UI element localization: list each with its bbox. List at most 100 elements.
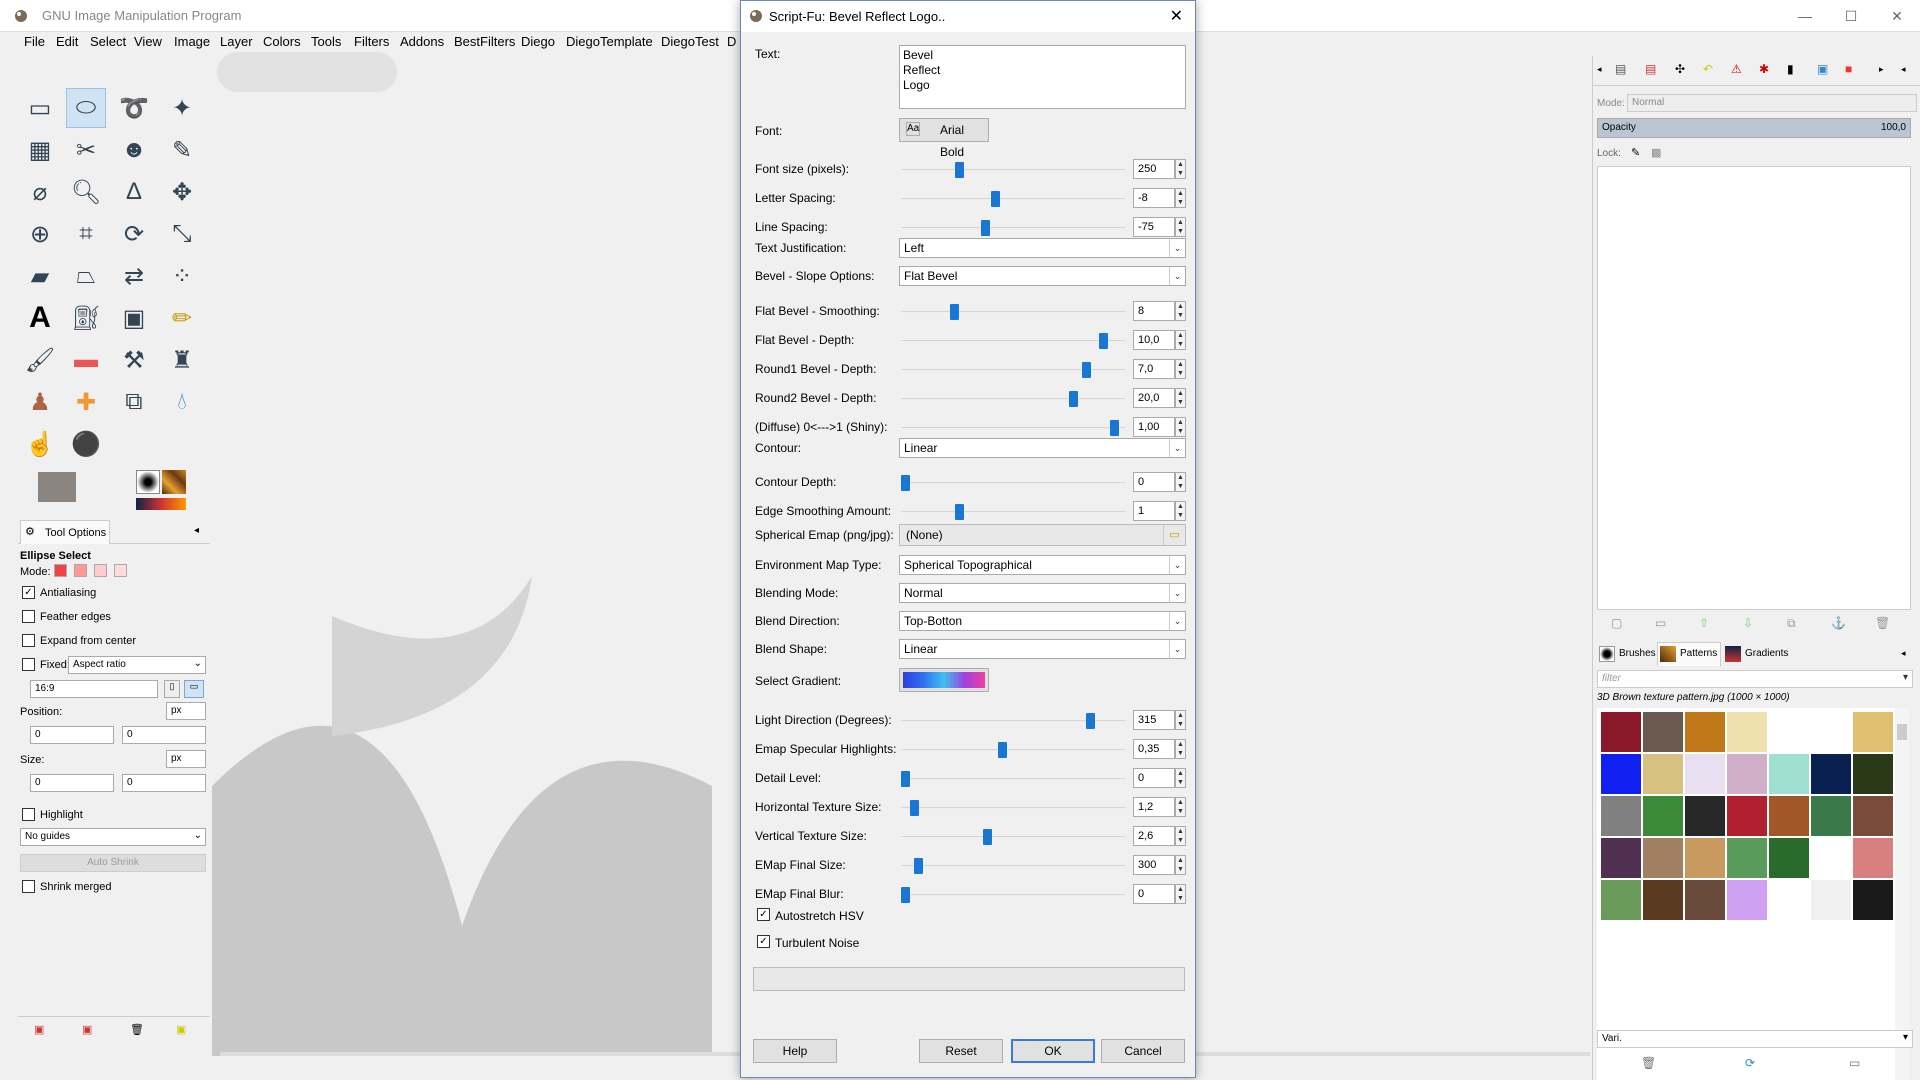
slider-track[interactable] [901,304,1125,320]
menu-filters[interactable]: Filters [354,34,389,49]
slider-thumb[interactable] [954,504,964,520]
pattern-tile[interactable] [1601,880,1641,920]
slider-track[interactable] [901,220,1125,236]
slider-value-input[interactable]: 0 [1133,884,1175,904]
slider-thumb[interactable] [901,887,910,903]
position-y-input[interactable]: 0 [122,726,206,744]
menu-image[interactable]: Image [174,34,210,49]
slider-track[interactable] [901,858,1125,874]
move-tool-icon[interactable]: ✥ [162,172,202,212]
scroll-right-icon[interactable]: ▸ [1879,64,1884,75]
slider-value-input[interactable]: 250 [1133,159,1175,179]
pattern-tile[interactable] [1685,796,1725,836]
justification-select[interactable]: Left ⌄ [899,238,1186,258]
measure-tool-icon[interactable]: ∆ [114,172,154,212]
slider-track[interactable] [901,504,1125,520]
slider-track[interactable] [901,713,1125,729]
pattern-preview[interactable] [162,470,186,494]
text-input[interactable]: Bevel Reflect Logo [899,45,1186,109]
pattern-tile[interactable] [1811,796,1851,836]
gradient-button[interactable] [899,668,989,692]
slider-thumb[interactable] [1085,713,1095,729]
direction-select[interactable]: Top-Botton ⌄ [899,611,1186,631]
refresh-patterns-icon[interactable]: ⟳ [1745,1056,1755,1070]
spin-buttons-icon[interactable]: ▲ ▼ [1175,188,1186,208]
tab-patterns[interactable]: Patterns [1657,642,1721,666]
slider-thumb[interactable] [997,742,1007,758]
dodge-burn-tool-icon[interactable]: ⚫ [66,424,106,464]
menu-diego[interactable]: Diego [521,34,555,49]
scroll-left-icon[interactable]: ◂ [1597,64,1602,75]
menu-file[interactable]: File [24,34,45,49]
size-unit-select[interactable]: px [166,750,206,768]
reset-options-icon[interactable]: ▣ [176,1023,186,1036]
tab-tool-options[interactable]: ⚙ Tool Options [20,520,110,544]
maximize-button[interactable]: ☐ [1828,0,1874,32]
pattern-tile[interactable] [1685,880,1725,920]
expand-checkbox[interactable] [22,634,35,647]
cancel-button[interactable]: Cancel [1101,1039,1185,1063]
mode-subtract-icon[interactable] [94,564,107,577]
panel-menu-icon[interactable]: ◂ [1901,648,1906,659]
delete-pattern-icon[interactable]: 🗑︎ [1641,1056,1656,1070]
bucket-fill-tool-icon[interactable]: ⛽︎ [66,298,106,338]
slider-thumb[interactable] [901,771,910,787]
minimize-button[interactable]: — [1782,0,1828,32]
paths-tab-icon[interactable]: ✣ [1675,62,1685,76]
reset-button[interactable]: Reset [919,1039,1003,1063]
panel-menu-icon[interactable]: ◂ [1901,64,1906,75]
pattern-filter-input[interactable]: filter ▾ [1597,670,1913,688]
lower-layer-icon[interactable]: ⇩ [1743,616,1753,630]
highlight-checkbox[interactable] [22,808,35,821]
guides-select[interactable]: No guides ⌄ [20,828,206,846]
pencil-tool-icon[interactable]: ✏ [162,298,202,338]
slider-value-input[interactable]: 1 [1133,501,1175,521]
perspective-clone-tool-icon[interactable]: ⧉ [114,382,154,422]
pattern-tile[interactable] [1769,880,1809,920]
smudge-tool-icon[interactable]: ☝ [20,424,60,464]
shear-tool-icon[interactable]: ▰ [20,256,60,296]
pattern-tile[interactable] [1769,712,1809,752]
spin-buttons-icon[interactable]: ▲ ▼ [1175,417,1186,437]
scale-tool-icon[interactable]: ⤡ [162,214,202,254]
spin-buttons-icon[interactable]: ▲ ▼ [1175,330,1186,350]
slider-value-input[interactable]: -8 [1133,188,1175,208]
close-window-button[interactable]: ✕ [1874,0,1920,32]
blending-select[interactable]: Normal ⌄ [899,583,1186,603]
pattern-tile[interactable] [1853,754,1893,794]
slider-value-input[interactable]: 0 [1133,472,1175,492]
lasso-tool-icon[interactable]: ➰ [114,88,154,128]
slider-track[interactable] [901,800,1125,816]
text-tool-icon[interactable]: A [20,298,60,338]
slider-value-input[interactable]: 20,0 [1133,388,1175,408]
slider-thumb[interactable] [1081,362,1091,378]
slider-thumb[interactable] [913,858,923,874]
scissors-tool-icon[interactable]: ✂ [66,130,106,170]
slider-value-input[interactable]: 7,0 [1133,359,1175,379]
pattern-tile[interactable] [1643,754,1683,794]
menu-tools[interactable]: Tools [311,34,341,49]
slider-thumb[interactable] [991,191,1001,207]
pattern-tile[interactable] [1811,754,1851,794]
antialiasing-checkbox[interactable]: ✓ [22,586,35,599]
slider-track[interactable] [901,391,1125,407]
shape-select[interactable]: Linear ⌄ [899,639,1186,659]
pattern-tile[interactable] [1685,754,1725,794]
spin-buttons-icon[interactable]: ▲ ▼ [1175,472,1186,492]
slider-value-input[interactable]: 300 [1133,855,1175,875]
slider-track[interactable] [901,475,1125,491]
emap-file-chooser[interactable]: (None) ▭ [899,524,1186,546]
zoom-tool-icon[interactable]: 🔍︎ [66,172,106,212]
ink-tool-icon[interactable]: ♜ [162,340,202,380]
blur-tool-icon[interactable]: 💧︎ [162,382,202,422]
delete-options-icon[interactable]: 🗑︎ [130,1023,144,1036]
foreground-color-swatch[interactable] [38,472,76,502]
spin-buttons-icon[interactable]: ▲ ▼ [1175,301,1186,321]
slider-track[interactable] [901,829,1125,845]
slider-thumb[interactable] [1109,420,1119,436]
panel-menu-icon[interactable]: ◂ [194,525,199,536]
pattern-tile[interactable] [1769,796,1809,836]
blend-tool-icon[interactable]: ▣ [114,298,154,338]
mode-intersect-icon[interactable] [114,564,127,577]
pattern-grid[interactable] [1597,708,1897,1080]
